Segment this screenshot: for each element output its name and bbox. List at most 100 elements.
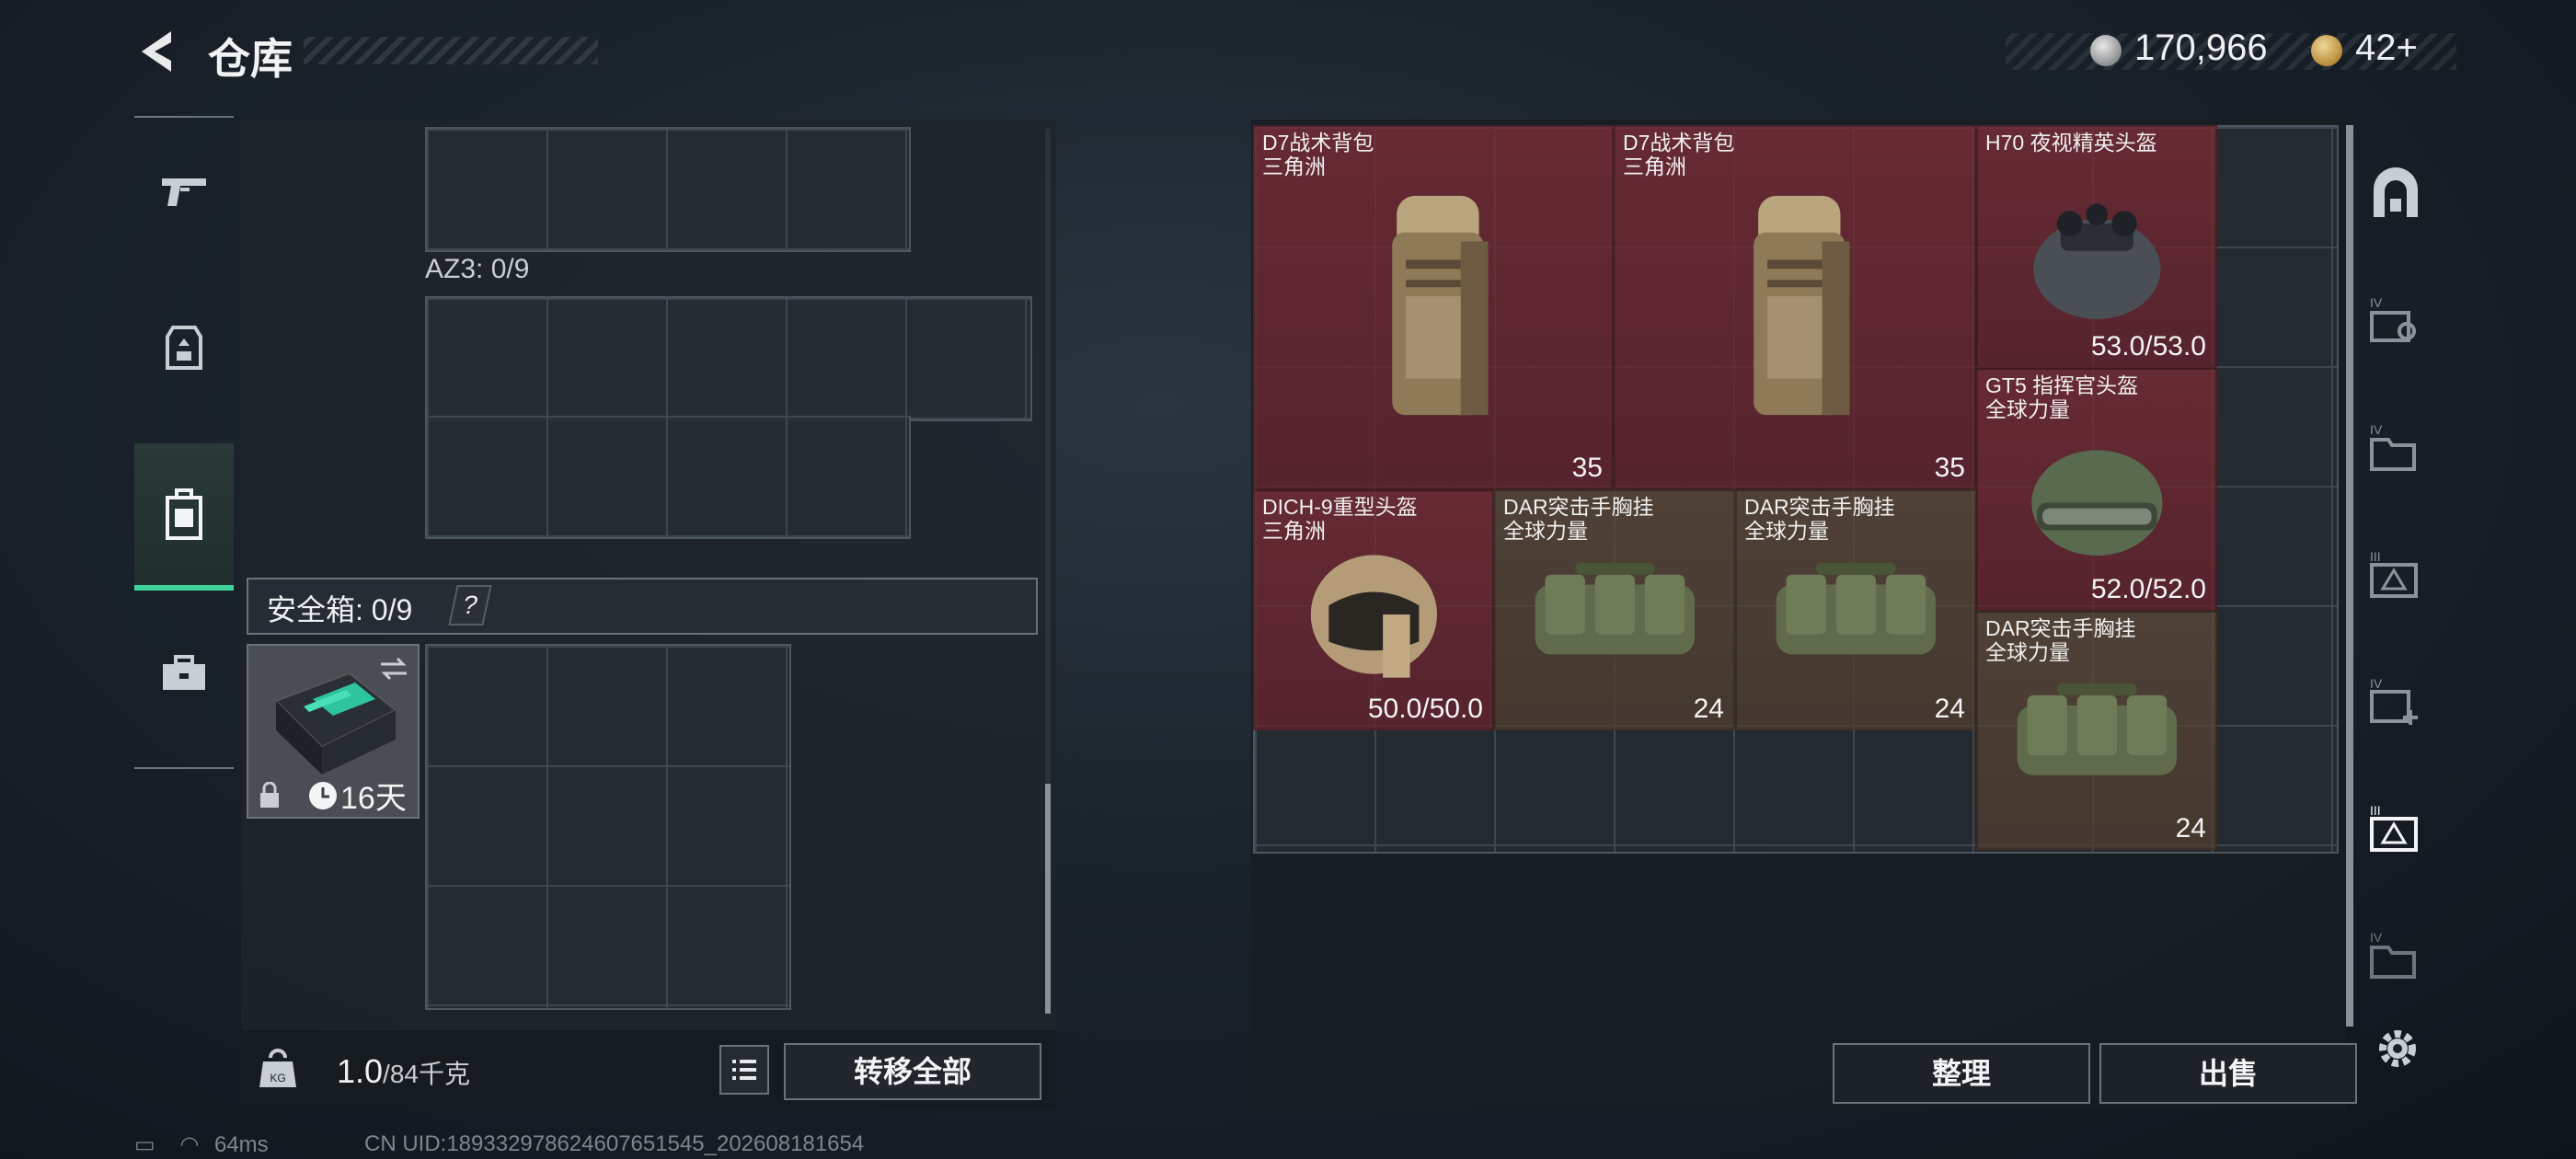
gold-amount[interactable]: 42+ — [2355, 28, 2418, 69]
item-faction: 全球力量 — [1503, 519, 1588, 543]
svg-text:IV: IV — [2370, 422, 2383, 437]
backpack-grid[interactable] — [425, 127, 911, 252]
item-title: DAR突击手胸挂 — [1985, 616, 2136, 640]
safe-box-grid[interactable] — [425, 644, 791, 1010]
item-faction: 三角洲 — [1262, 519, 1326, 543]
item-faction: 三角洲 — [1623, 155, 1686, 178]
folder-icon[interactable]: IV — [2368, 419, 2423, 475]
rig-icon — [1515, 524, 1715, 705]
item-title: DICH-9重型头盔 — [1262, 495, 1418, 519]
item-value: 24 — [1934, 694, 1965, 724]
item-faction: 全球力量 — [1985, 397, 2070, 421]
left-scrollbar-thumb[interactable] — [1045, 784, 1051, 1014]
item-backpack[interactable]: D7战术背包 三角洲 35 — [1614, 125, 1976, 489]
item-value: 35 — [1571, 453, 1603, 483]
item-value: 24 — [1693, 694, 1724, 724]
item-value: 52.0/52.0 — [2090, 574, 2206, 604]
item-title: D7战术背包 — [1262, 131, 1374, 155]
box-add-icon[interactable]: IV — [2368, 673, 2423, 729]
tab-backpack[interactable] — [134, 443, 234, 591]
item-value: 24 — [2175, 813, 2206, 843]
battery-icon: ▭ — [134, 1132, 155, 1157]
item-name: D7战术背包 三角洲 — [1262, 131, 1374, 178]
warehouse-items: D7战术背包 三角洲 35 D7战术背包 三角洲 35 H70 夜视精英头盔 53.0/53.… — [1253, 125, 2335, 850]
sell-button[interactable]: 出售 — [2099, 1043, 2357, 1104]
item-faction: 全球力量 — [1985, 640, 2070, 664]
right-filter-tabs: IV IV III IV III IV — [2359, 120, 2432, 1039]
title-stripe — [304, 37, 598, 64]
backpack-icon — [1283, 178, 1583, 452]
svg-text:III: III — [2370, 803, 2381, 818]
backpack-icon — [166, 488, 202, 540]
item-name: GT5 指挥官头盔 全球力量 — [1985, 373, 2138, 421]
az3-grid-top[interactable] — [425, 296, 1032, 421]
weight-capacity: /84千克 — [383, 1060, 470, 1088]
tab-weapons[interactable] — [134, 118, 234, 265]
network-status: ▭ ◠ 64ms — [134, 1131, 269, 1158]
sort-button[interactable]: 整理 — [1833, 1043, 2090, 1104]
item-faction: 三角洲 — [1262, 155, 1326, 178]
folder-lock-icon[interactable]: IV — [2368, 927, 2423, 982]
backpack-icon — [1644, 178, 1946, 452]
box-search-icon[interactable]: IV — [2368, 293, 2423, 348]
list-icon — [732, 1060, 756, 1080]
helmet-gt5-icon — [1997, 403, 2197, 585]
svg-text:IV: IV — [2370, 295, 2383, 310]
list-view-button[interactable] — [719, 1045, 769, 1095]
wifi-icon: ◠ — [179, 1132, 200, 1157]
item-title: DAR突击手胸挂 — [1744, 495, 1895, 519]
gear-icon[interactable] — [2372, 1023, 2423, 1074]
weight-current: 1.0 — [337, 1052, 384, 1090]
left-category-tabs — [134, 116, 234, 769]
transfer-all-button[interactable]: 转移全部 — [784, 1043, 1041, 1100]
item-name: D7战术背包 三角洲 — [1623, 131, 1734, 178]
item-name: DAR突击手胸挂 全球力量 — [1744, 495, 1895, 543]
item-title: D7战术背包 — [1623, 131, 1735, 155]
item-helmet-nv[interactable]: H70 夜视精英头盔 53.0/53.0 — [1976, 125, 2217, 368]
briefcase-icon — [163, 655, 205, 690]
tab-briefcase[interactable] — [134, 600, 234, 747]
item-name: H70 夜视精英头盔 — [1985, 131, 2157, 155]
page-title: 仓库 — [208, 35, 293, 83]
az3-label: AZ3: 0/9 — [425, 254, 530, 284]
item-title: DAR突击手胸挂 — [1503, 495, 1654, 519]
silver-coin-icon — [2090, 35, 2122, 66]
item-name: DICH-9重型头盔 三角洲 — [1262, 495, 1418, 543]
clock-icon — [309, 782, 337, 809]
tier-box-icon[interactable]: III — [2368, 546, 2423, 602]
svg-text:KG: KG — [270, 1072, 285, 1084]
item-faction: 全球力量 — [1744, 519, 1829, 543]
case-duration: 16天 — [340, 781, 407, 816]
armor-vest-icon — [166, 326, 202, 370]
item-title: H70 夜视精英头盔 — [1985, 131, 2157, 155]
swap-icon[interactable] — [377, 655, 410, 683]
back-arrow-icon[interactable] — [134, 28, 180, 75]
vault-icon[interactable] — [2368, 166, 2423, 221]
item-rig[interactable]: DAR突击手胸挂 全球力量 24 — [1735, 489, 1976, 730]
item-name: DAR突击手胸挂 全球力量 — [1503, 495, 1654, 543]
gold-coin-icon[interactable] — [2311, 35, 2342, 66]
item-rig[interactable]: DAR突击手胸挂 全球力量 24 — [1494, 489, 1735, 730]
silver-amount: 170,966 — [2134, 28, 2268, 68]
uid-text: CN UID:189332978624607651545_20260818165… — [364, 1131, 865, 1156]
item-rig[interactable]: DAR突击手胸挂 全球力量 24 — [1976, 611, 2217, 850]
az3-grid-bottom[interactable] — [425, 416, 911, 539]
ping-readout: 64ms — [213, 1132, 269, 1157]
rig-icon — [1997, 646, 2197, 825]
helmet-heavy-icon — [1274, 524, 1474, 705]
helmet-nv-icon — [1997, 160, 2197, 342]
tier-box-selected-icon[interactable]: III — [2368, 800, 2423, 855]
svg-text:IV: IV — [2370, 930, 2383, 945]
safe-box-label: 安全箱: 0/9 — [267, 593, 413, 626]
tab-armor[interactable] — [134, 274, 234, 421]
item-backpack[interactable]: D7战术背包 三角洲 35 — [1253, 125, 1614, 489]
item-value: 53.0/53.0 — [2090, 331, 2206, 361]
right-scrollbar[interactable] — [2346, 125, 2353, 1027]
item-value: 50.0/50.0 — [1367, 694, 1483, 724]
lock-icon — [260, 782, 279, 808]
item-helmet-heavy[interactable]: DICH-9重型头盔 三角洲 50.0/50.0 — [1253, 489, 1494, 730]
weight-readout: 1.0/84千克 — [337, 1052, 470, 1091]
item-name: DAR突击手胸挂 全球力量 — [1985, 616, 2136, 664]
item-value: 35 — [1934, 453, 1965, 483]
item-helmet-gt5[interactable]: GT5 指挥官头盔 全球力量 52.0/52.0 — [1976, 368, 2217, 611]
